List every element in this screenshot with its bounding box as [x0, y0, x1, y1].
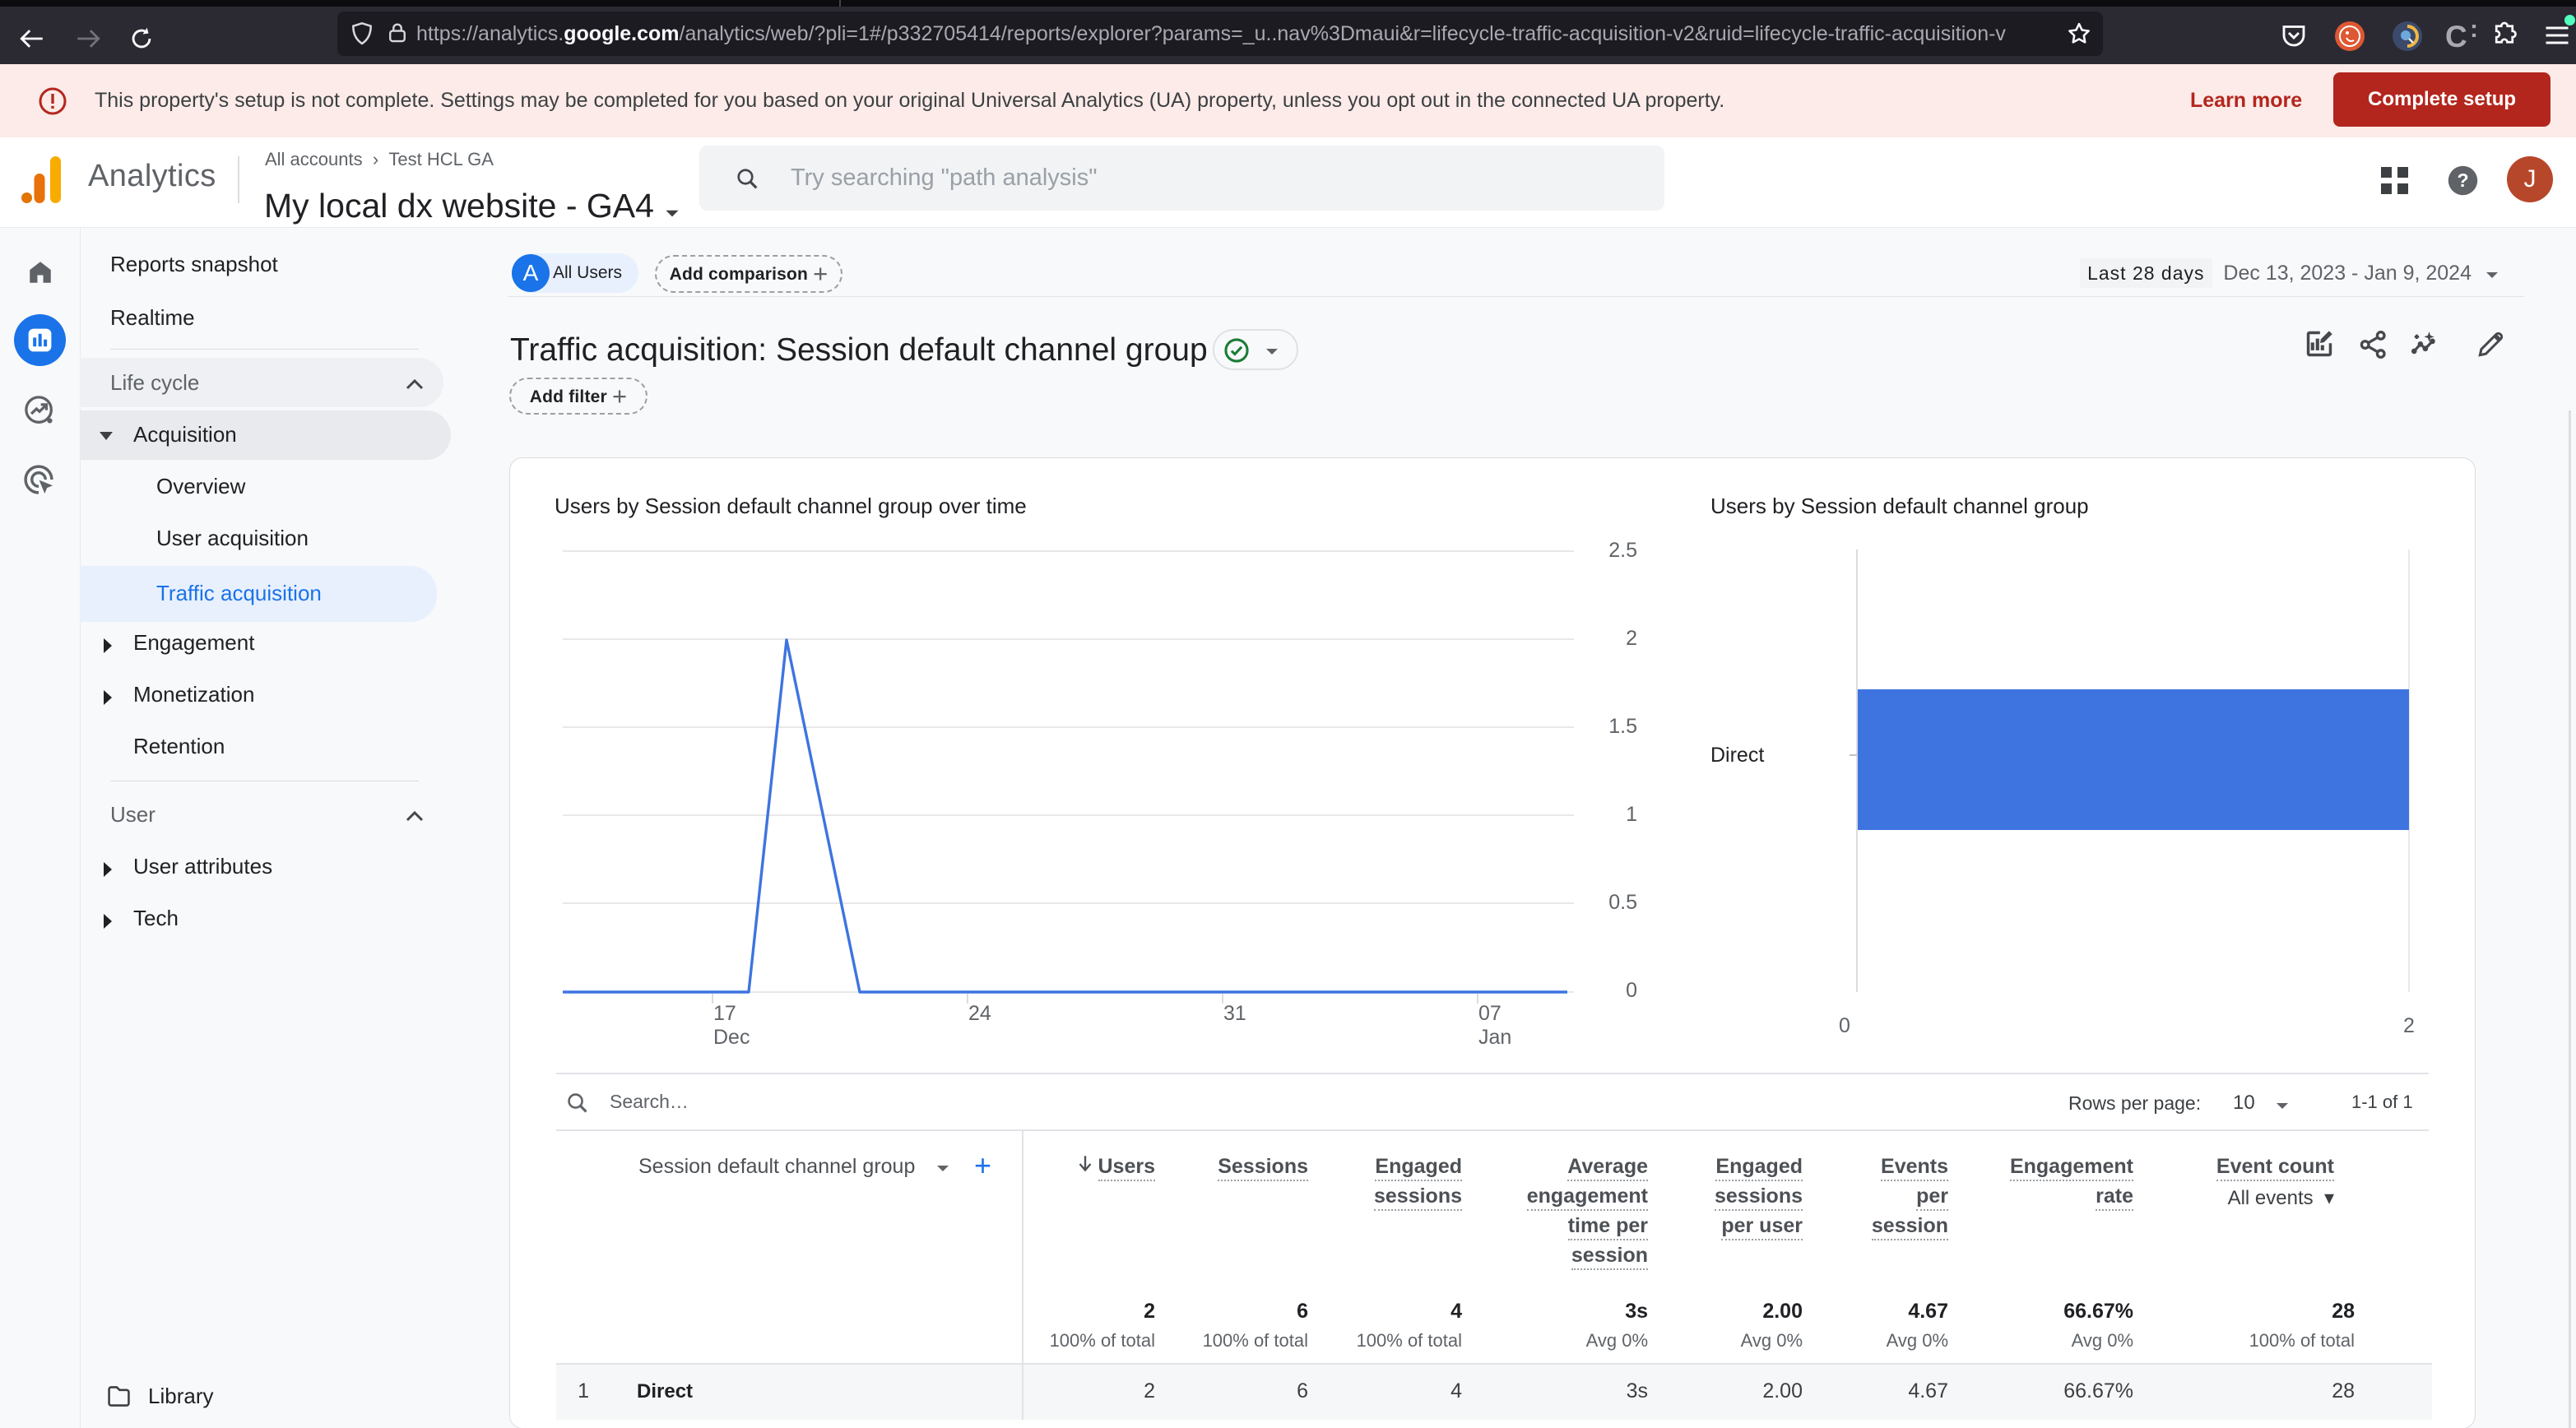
- svg-text:?: ?: [2457, 169, 2468, 191]
